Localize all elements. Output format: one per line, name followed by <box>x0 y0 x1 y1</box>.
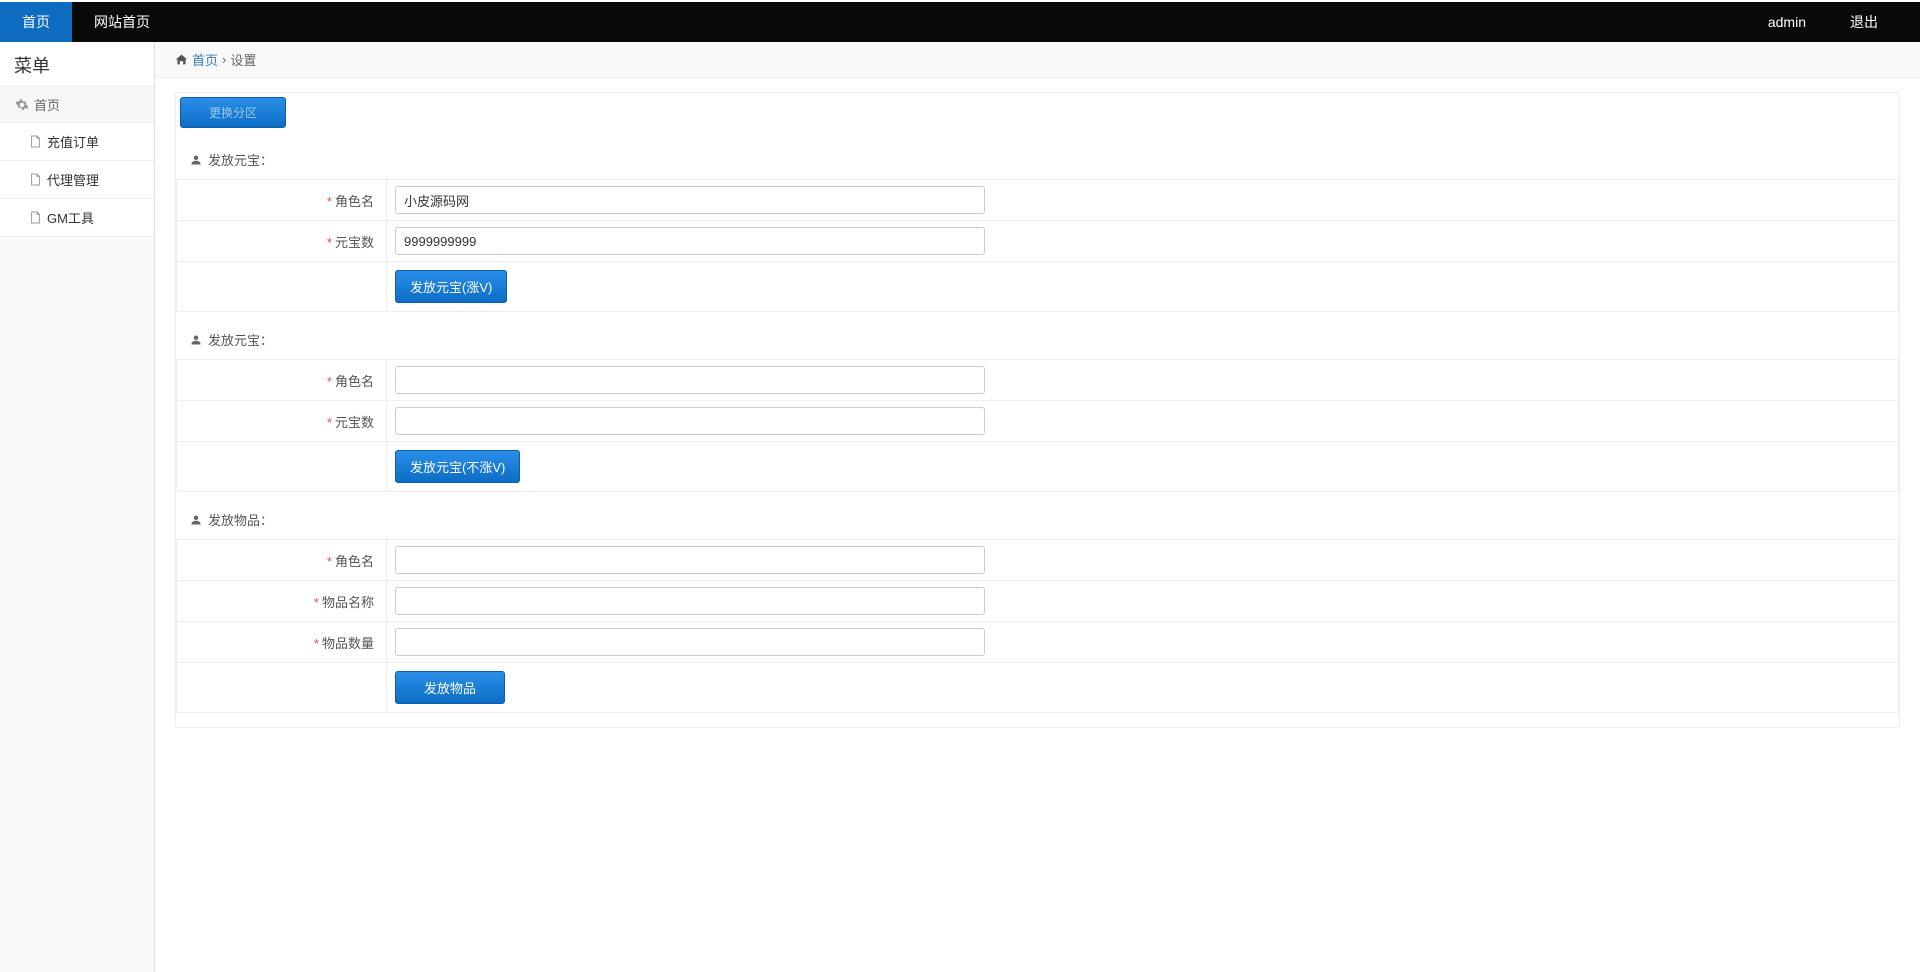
item-name-input[interactable] <box>395 587 985 615</box>
gear-icon <box>16 99 28 111</box>
content: 首页 › 设置 更换分区 发放元宝： *角色名 *元宝数 <box>155 42 1920 972</box>
nav-home[interactable]: 首页 <box>0 2 72 42</box>
nav-logout[interactable]: 退出 <box>1828 2 1900 42</box>
top-nav-right: admin 退出 <box>1746 2 1920 42</box>
sidebar-title: 菜单 <box>0 42 154 87</box>
user-icon <box>190 154 202 166</box>
send-gold-nov-button[interactable]: 发放元宝(不涨V) <box>395 450 520 483</box>
role-name-input-2[interactable] <box>395 366 985 394</box>
form-gold-nov: *角色名 *元宝数 发放元宝(不涨V) <box>176 359 1899 492</box>
user-icon <box>190 334 202 346</box>
sidebar-item-recharge[interactable]: 充值订单 <box>0 123 154 161</box>
label-item: 物品名称 <box>322 595 374 610</box>
file-icon <box>30 211 41 224</box>
section-title-gold-v: 发放元宝： <box>176 132 1899 179</box>
section-title-label: 发放物品： <box>208 510 273 529</box>
send-item-button[interactable]: 发放物品 <box>395 671 505 704</box>
form-item: *角色名 *物品名称 *物品数量 发放物品 <box>176 539 1899 713</box>
sidebar-item-agent[interactable]: 代理管理 <box>0 161 154 199</box>
form-gold-v: *角色名 *元宝数 发放元宝(涨V) <box>176 179 1899 312</box>
sidebar-item-label: GM工具 <box>47 208 94 227</box>
nav-user[interactable]: admin <box>1746 2 1828 42</box>
file-icon <box>30 173 41 186</box>
sidebar-head-label: 首页 <box>34 95 60 114</box>
gold-amount-input[interactable] <box>395 227 985 255</box>
role-name-input-3[interactable] <box>395 546 985 574</box>
label-qty: 物品数量 <box>322 636 374 651</box>
home-icon <box>175 53 188 66</box>
breadcrumb-current: 设置 <box>230 50 256 69</box>
top-bar: 首页 网站首页 admin 退出 <box>0 2 1920 42</box>
section-title-label: 发放元宝： <box>208 330 273 349</box>
user-icon <box>190 514 202 526</box>
sidebar-item-label: 代理管理 <box>47 170 99 189</box>
sidebar-item-label: 充值订单 <box>47 132 99 151</box>
label-amount: 元宝数 <box>335 415 374 430</box>
label-role: 角色名 <box>335 554 374 569</box>
label-amount: 元宝数 <box>335 235 374 250</box>
label-role: 角色名 <box>335 374 374 389</box>
breadcrumb-sep: › <box>222 52 226 67</box>
label-role: 角色名 <box>335 194 374 209</box>
sidebar-head[interactable]: 首页 <box>0 87 154 123</box>
nav-site-home[interactable]: 网站首页 <box>72 2 172 42</box>
section-title-gold-nov: 发放元宝： <box>176 312 1899 359</box>
sidebar: 菜单 首页 充值订单 代理管理 GM工具 <box>0 42 155 972</box>
role-name-input[interactable] <box>395 186 985 214</box>
switch-partition-button[interactable]: 更换分区 <box>180 97 286 128</box>
item-qty-input[interactable] <box>395 628 985 656</box>
breadcrumb: 首页 › 设置 <box>155 42 1920 78</box>
section-title-item: 发放物品： <box>176 492 1899 539</box>
gold-amount-input-2[interactable] <box>395 407 985 435</box>
breadcrumb-home[interactable]: 首页 <box>192 50 218 69</box>
section-title-label: 发放元宝： <box>208 150 273 169</box>
top-nav-left: 首页 网站首页 <box>0 2 172 42</box>
sidebar-item-gm[interactable]: GM工具 <box>0 199 154 237</box>
file-icon <box>30 135 41 148</box>
send-gold-v-button[interactable]: 发放元宝(涨V) <box>395 270 507 303</box>
panel: 更换分区 发放元宝： *角色名 *元宝数 发放元宝( <box>175 92 1900 728</box>
